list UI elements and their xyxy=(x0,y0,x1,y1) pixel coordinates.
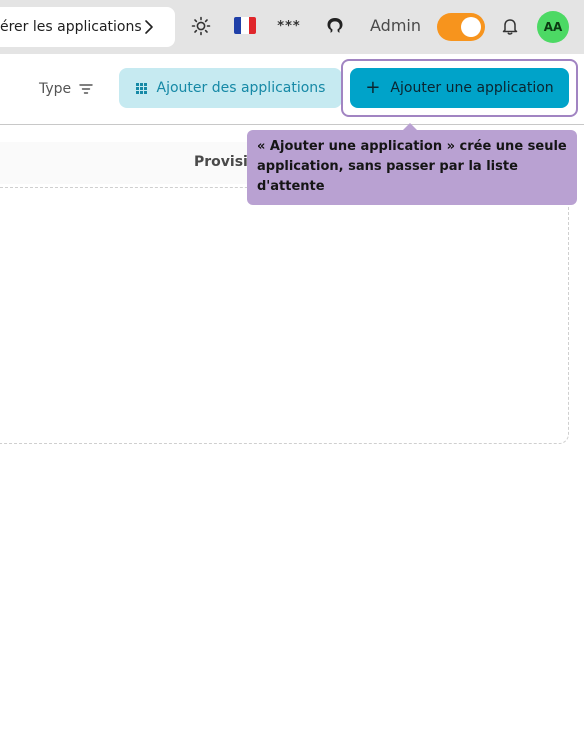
breadcrumb[interactable]: érer les applications xyxy=(0,7,175,47)
plus-icon: + xyxy=(365,77,381,98)
flag-stripe-red xyxy=(248,17,256,34)
chevron-right-icon xyxy=(145,20,153,34)
breadcrumb-label: érer les applications xyxy=(0,19,142,35)
tooltip-text: « Ajouter une application » crée une seu… xyxy=(257,139,567,194)
flag-stripe-blue xyxy=(234,17,242,34)
grid-icon xyxy=(135,82,147,94)
add-multiple-apps-label: Ajouter des applications xyxy=(156,80,326,96)
toggle-knob xyxy=(461,17,481,37)
type-filter-label: Type xyxy=(39,81,72,97)
admin-toggle[interactable] xyxy=(437,13,485,41)
add-app-button[interactable]: + Ajouter une application xyxy=(350,68,569,108)
avatar[interactable]: AA xyxy=(537,11,569,43)
flag-stripe-white xyxy=(241,17,249,34)
admin-label: Admin xyxy=(370,16,421,35)
tooltip: « Ajouter une application » crée une seu… xyxy=(247,123,577,205)
password-icon[interactable]: *** xyxy=(277,15,300,37)
filter-icon xyxy=(79,84,93,94)
bell-icon[interactable] xyxy=(499,15,521,37)
type-filter[interactable]: Type xyxy=(39,79,93,99)
empty-table-area xyxy=(0,187,569,444)
tooltip-arrow xyxy=(403,123,417,130)
top-bar: érer les applications *** Admin AA xyxy=(0,0,584,54)
octocat-icon[interactable] xyxy=(324,15,346,37)
flag-fr-icon[interactable] xyxy=(234,17,256,34)
add-app-label: Ajouter une application xyxy=(390,80,554,96)
sun-icon[interactable] xyxy=(190,15,212,37)
add-multiple-apps-button[interactable]: Ajouter des applications xyxy=(119,68,342,108)
toolbar-divider xyxy=(0,124,584,125)
